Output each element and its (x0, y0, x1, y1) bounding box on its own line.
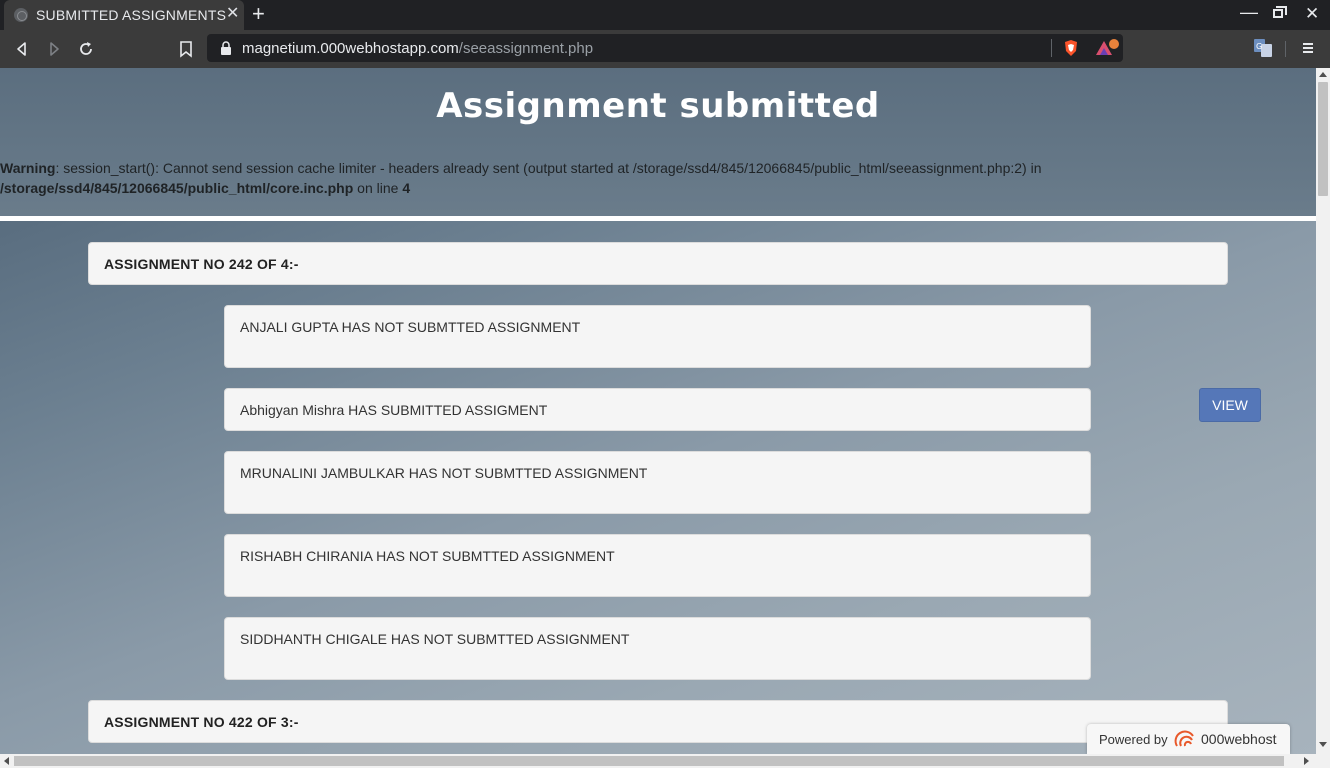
vertical-scrollbar[interactable] (1316, 68, 1330, 754)
student-status-card: SIDDHANTH CHIGALE HAS NOT SUBMTTED ASSIG… (224, 617, 1091, 680)
assignment-header-label: ASSIGNMENT NO 242 OF 4:- (104, 256, 299, 272)
webhost-logo-icon (1174, 730, 1194, 747)
restore-button[interactable] (1273, 6, 1287, 18)
tab-close-icon[interactable]: ✕ (226, 5, 239, 23)
scroll-right-arrow-icon[interactable] (1304, 757, 1309, 765)
bookmark-icon[interactable] (176, 39, 196, 59)
student-status-text: MRUNALINI JAMBULKAR HAS NOT SUBMTTED ASS… (240, 465, 648, 481)
url-text[interactable]: magnetium.000webhostapp.com/seeassignmen… (242, 40, 593, 57)
php-warning: Warning: session_start(): Cannot send se… (0, 158, 1100, 198)
menu-icon[interactable] (1300, 40, 1316, 56)
warning-label: Warning (0, 160, 56, 176)
brave-shield-icon[interactable] (1062, 39, 1080, 57)
student-status-card: Abhigyan Mishra HAS SUBMITTED ASSIGMENT (224, 388, 1091, 431)
scroll-up-arrow-icon[interactable] (1319, 72, 1327, 77)
browser-tab[interactable]: SUBMITTED ASSIGNMENTS ✕ (4, 0, 244, 30)
powered-by-badge[interactable]: Powered by 000webhost (1087, 724, 1290, 754)
student-status-text: ANJALI GUPTA HAS NOT SUBMTTED ASSIGNMENT (240, 319, 581, 335)
url-divider (1051, 39, 1052, 57)
warning-text-line: on line (353, 180, 403, 196)
tab-bar: SUBMITTED ASSIGNMENTS ✕ + — ✕ (0, 0, 1330, 30)
window-close-button[interactable]: ✕ (1305, 4, 1319, 24)
brave-rewards-icon[interactable] (1094, 39, 1120, 57)
reload-icon[interactable] (76, 39, 96, 59)
scroll-down-arrow-icon[interactable] (1319, 742, 1327, 747)
url-path: /seeassignment.php (458, 40, 594, 57)
url-host: magnetium.000webhostapp.com (242, 40, 459, 57)
student-status-text: Abhigyan Mishra HAS SUBMITTED ASSIGMENT (240, 402, 548, 418)
student-status-card: ANJALI GUPTA HAS NOT SUBMTTED ASSIGNMENT (224, 305, 1091, 368)
warning-text: : session_start(): Cannot send session c… (55, 160, 1042, 176)
assignment-header: ASSIGNMENT NO 422 OF 3:- (88, 700, 1228, 743)
view-button[interactable]: VIEW (1199, 388, 1261, 422)
horizontal-scroll-thumb[interactable] (14, 756, 1284, 766)
translate-icon[interactable]: G (1254, 39, 1272, 57)
forward-icon[interactable] (44, 39, 64, 59)
warning-file: /storage/ssd4/845/12066845/public_html/c… (0, 180, 354, 196)
globe-icon (14, 8, 28, 22)
student-status-text: SIDDHANTH CHIGALE HAS NOT SUBMTTED ASSIG… (240, 631, 630, 647)
student-status-text: RISHABH CHIRANIA HAS NOT SUBMTTED ASSIGN… (240, 548, 615, 564)
horizontal-scrollbar[interactable] (0, 754, 1330, 768)
assignment-header: ASSIGNMENT NO 242 OF 4:- (88, 242, 1228, 285)
warning-line-number: 4 (402, 180, 411, 196)
powered-by-brand: 000webhost (1201, 731, 1277, 747)
header-divider (0, 216, 1316, 221)
student-status-card: MRUNALINI JAMBULKAR HAS NOT SUBMTTED ASS… (224, 451, 1091, 514)
page-header: Assignment submitted Warning: session_st… (0, 68, 1316, 216)
lock-icon[interactable] (220, 41, 232, 55)
svg-text:G: G (1256, 42, 1262, 51)
student-status-card: RISHABH CHIRANIA HAS NOT SUBMTTED ASSIGN… (224, 534, 1091, 597)
assignment-header-label: ASSIGNMENT NO 422 OF 3:- (104, 714, 299, 730)
tab-title: SUBMITTED ASSIGNMENTS (36, 7, 227, 23)
vertical-scroll-thumb[interactable] (1318, 82, 1328, 196)
powered-by-label: Powered by (1099, 732, 1168, 747)
minimize-button[interactable]: — (1240, 2, 1258, 23)
new-tab-button[interactable]: + (252, 3, 265, 25)
browser-toolbar: magnetium.000webhostapp.com/seeassignmen… (0, 30, 1330, 68)
page-viewport: Assignment submitted Warning: session_st… (0, 68, 1316, 754)
page-title: Assignment submitted (436, 86, 880, 126)
back-icon[interactable] (12, 39, 32, 59)
address-bar[interactable]: magnetium.000webhostapp.com/seeassignmen… (207, 34, 1123, 62)
toolbar-divider (1285, 41, 1286, 57)
scroll-left-arrow-icon[interactable] (4, 757, 9, 765)
